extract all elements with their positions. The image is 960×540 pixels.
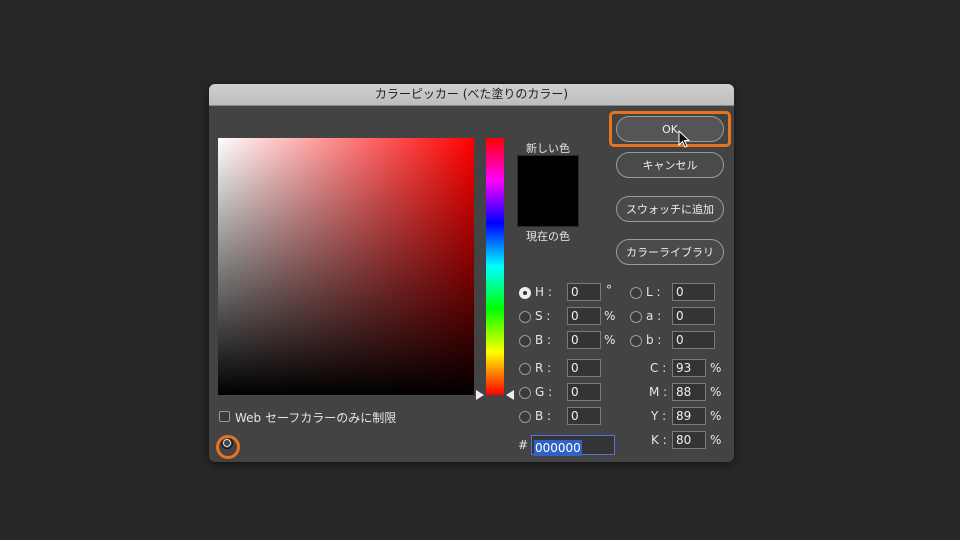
blue-label: B : <box>535 409 552 423</box>
brightness-input[interactable]: 0 <box>567 331 601 349</box>
picker-highlight-circle <box>216 435 240 459</box>
web-safe-label: Web セーフカラーのみに制限 <box>235 411 397 425</box>
blue-input[interactable]: 0 <box>567 407 601 425</box>
magenta-label: M : <box>649 385 668 399</box>
hue-label: H : <box>535 285 552 299</box>
saturation-unit: % <box>604 309 616 323</box>
red-input[interactable]: 0 <box>567 359 601 377</box>
yellow-unit: % <box>710 409 722 423</box>
saturation-label: S : <box>535 309 551 323</box>
color-swatch-preview <box>517 155 579 227</box>
saturation-input[interactable]: 0 <box>567 307 601 325</box>
hex-prefix: # <box>518 438 529 452</box>
lightness-label: L : <box>646 285 661 299</box>
radio-lightness[interactable] <box>630 287 642 299</box>
b-channel-input[interactable]: 0 <box>672 331 715 349</box>
new-color-label: 新しい色 <box>526 142 570 155</box>
mouse-cursor-icon <box>678 130 690 148</box>
radio-b-channel[interactable] <box>630 335 642 347</box>
ok-button-highlight <box>609 111 731 147</box>
green-input[interactable]: 0 <box>567 383 601 401</box>
brightness-unit: % <box>604 333 616 347</box>
a-channel-label: a : <box>646 309 662 323</box>
magenta-input[interactable]: 88 <box>672 383 706 401</box>
color-libraries-button[interactable]: カラーライブラリ <box>616 239 724 265</box>
web-safe-checkbox[interactable] <box>219 411 230 422</box>
a-channel-input[interactable]: 0 <box>672 307 715 325</box>
yellow-label: Y : <box>651 409 667 423</box>
black-input[interactable]: 80 <box>672 431 706 449</box>
cyan-label: C : <box>650 361 667 375</box>
radio-a-channel[interactable] <box>630 311 642 323</box>
cancel-button[interactable]: キャンセル <box>616 152 724 178</box>
brightness-label: B : <box>535 333 552 347</box>
magenta-unit: % <box>710 385 722 399</box>
hue-slider-handle-right[interactable] <box>506 390 514 400</box>
radio-blue[interactable] <box>519 411 531 423</box>
cyan-unit: % <box>710 361 722 375</box>
black-label: K : <box>651 433 667 447</box>
yellow-input[interactable]: 89 <box>672 407 706 425</box>
hex-value-selected: 000000 <box>534 440 582 456</box>
saturation-brightness-field[interactable] <box>216 138 474 459</box>
radio-green[interactable] <box>519 387 531 399</box>
hue-slider[interactable] <box>486 138 504 395</box>
new-color-swatch <box>518 156 578 191</box>
radio-red[interactable] <box>519 363 531 375</box>
lightness-input[interactable]: 0 <box>672 283 715 301</box>
hue-input[interactable]: 0 <box>567 283 601 301</box>
add-to-swatches-button[interactable]: スウォッチに追加 <box>616 196 724 222</box>
radio-saturation[interactable] <box>519 311 531 323</box>
cyan-input[interactable]: 93 <box>672 359 706 377</box>
hue-unit: ° <box>606 283 612 297</box>
current-color-swatch[interactable] <box>518 191 578 226</box>
radio-brightness[interactable] <box>519 335 531 347</box>
color-picker-dialog: カラーピッカー (べた塗りのカラー) 新しい色 現在の色 OK キャンセル スウ… <box>209 84 734 462</box>
dialog-title: カラーピッカー (べた塗りのカラー) <box>209 84 734 106</box>
black-unit: % <box>710 433 722 447</box>
current-color-label: 現在の色 <box>526 230 570 243</box>
green-label: G : <box>535 385 553 399</box>
red-label: R : <box>535 361 552 375</box>
radio-hue[interactable] <box>519 287 531 299</box>
b-channel-label: b : <box>646 333 662 347</box>
hex-input[interactable]: 000000 <box>531 435 615 456</box>
hue-slider-handle-left[interactable] <box>476 390 484 400</box>
